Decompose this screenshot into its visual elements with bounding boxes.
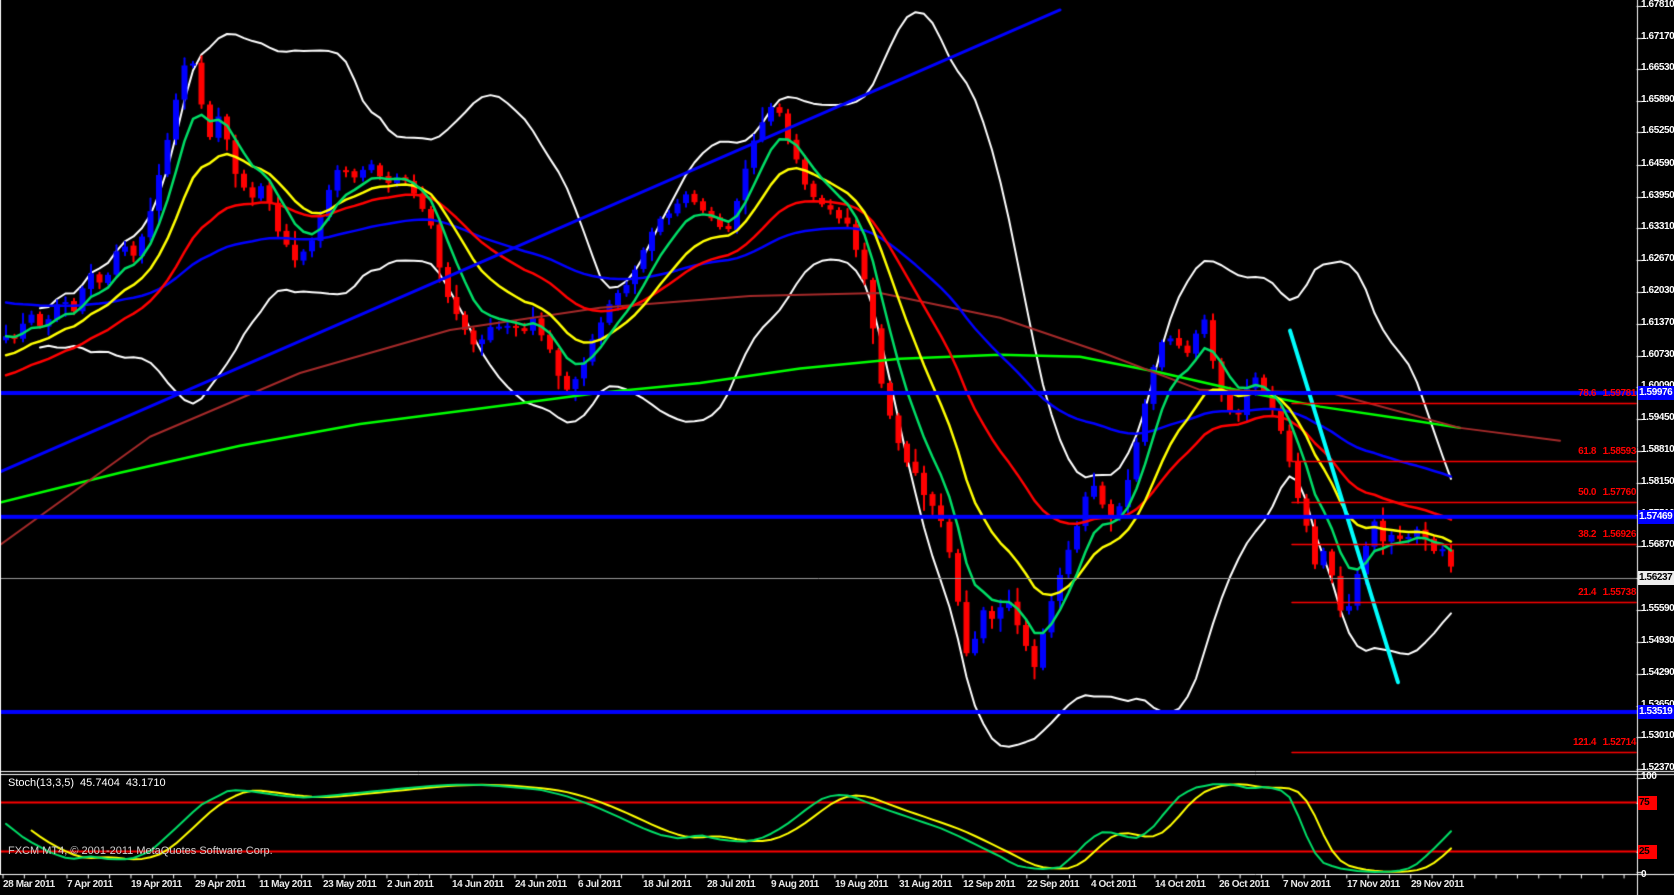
- chart-labels: Stoch(13,3,5) 45.7404 43.1710 FXCM MT4, © …: [0, 0, 1674, 895]
- stoch-indicator-label: Stoch(13,3,5) 45.7404 43.1710: [8, 777, 172, 789]
- price-axis-tick-label: 1.67170: [1641, 31, 1674, 42]
- date-label: 18 Jul 2011: [643, 879, 691, 890]
- date-label: 11 May 2011: [259, 879, 312, 890]
- date-label: 7 Nov 2011: [1283, 879, 1331, 890]
- date-label: 17 Nov 2011: [1347, 879, 1400, 890]
- stoch-scale-label: 100: [1641, 771, 1657, 782]
- fib-level-percent-label: 78.6: [1578, 388, 1596, 399]
- fib-level-price-label: 1.56926: [1603, 529, 1636, 540]
- price-axis-tick-label: 1.63950: [1641, 190, 1674, 201]
- price-axis-tick-label: 1.64590: [1641, 158, 1674, 169]
- price-axis-tick-label: 1.53010: [1641, 730, 1674, 741]
- price-axis-tick-label: 1.62670: [1641, 253, 1674, 264]
- fib-level-price-label: 1.58593: [1603, 446, 1636, 457]
- fib-level-percent-label: 21.4: [1578, 587, 1596, 598]
- price-axis-tick-label: 1.58810: [1641, 444, 1674, 455]
- price-level-box: 1.57469: [1638, 510, 1674, 524]
- fib-level-price-label: 1.57760: [1603, 487, 1636, 498]
- price-level-box: 1.59976: [1638, 386, 1674, 400]
- date-label: 31 Aug 2011: [899, 879, 952, 890]
- stoch-d-value: 43.1710: [126, 777, 166, 789]
- date-label: 29 Nov 2011: [1411, 879, 1464, 890]
- price-axis-tick-label: 1.56870: [1641, 539, 1674, 550]
- date-label: 7 Apr 2011: [67, 879, 113, 890]
- date-label: 4 Oct 2011: [1091, 879, 1136, 890]
- price-axis-tick-label: 1.58150: [1641, 476, 1674, 487]
- date-label: 9 Aug 2011: [771, 879, 819, 890]
- price-axis-tick-label: 1.61370: [1641, 317, 1674, 328]
- date-label: 23 May 2011: [323, 879, 376, 890]
- fib-level-percent-label: 61.8: [1578, 446, 1596, 457]
- date-label: 2 Jun 2011: [387, 879, 434, 890]
- mt4-chart-window: Stoch(13,3,5) 45.7404 43.1710 FXCM MT4, © …: [0, 0, 1674, 895]
- price-axis-tick-label: 1.62030: [1641, 285, 1674, 296]
- fib-level-percent-label: 50.0: [1578, 487, 1596, 498]
- fib-level-price-label: 1.55738: [1603, 587, 1636, 598]
- date-label: 22 Sep 2011: [1027, 879, 1079, 890]
- date-label: 14 Jun 2011: [452, 879, 504, 890]
- date-label: 29 Apr 2011: [195, 879, 246, 890]
- fib-level-percent-label: 121.4: [1573, 737, 1596, 748]
- price-axis-tick-label: 1.59450: [1641, 412, 1674, 423]
- price-axis-tick-label: 1.65890: [1641, 94, 1674, 105]
- stoch-k-value: 45.7404: [80, 777, 120, 789]
- stoch-level-box: 25: [1638, 845, 1657, 859]
- fib-level-price-label: 1.59781: [1603, 388, 1636, 399]
- date-label: 19 Aug 2011: [835, 879, 888, 890]
- current-price-box: 1.56237: [1638, 571, 1674, 585]
- price-axis-tick-label: 1.60730: [1641, 349, 1674, 360]
- date-label: 12 Sep 2011: [963, 879, 1015, 890]
- price-axis-tick-label: 1.65250: [1641, 125, 1674, 136]
- copyright-text: FXCM MT4, © 2001-2011 MetaQuotes Softwar…: [8, 845, 273, 857]
- price-axis-tick-label: 1.66530: [1641, 62, 1674, 73]
- price-level-box: 1.53519: [1638, 705, 1674, 719]
- date-label: 19 Apr 2011: [131, 879, 182, 890]
- stoch-scale-label: 0: [1641, 869, 1646, 880]
- date-label: 28 Jul 2011: [707, 879, 755, 890]
- date-label: 6 Jul 2011: [578, 879, 621, 890]
- price-axis-tick-label: 1.67810: [1641, 0, 1674, 10]
- price-axis-tick-label: 1.54290: [1641, 667, 1674, 678]
- date-label: 26 Oct 2011: [1219, 879, 1270, 890]
- stoch-level-box: 75: [1638, 796, 1657, 810]
- stoch-name: Stoch(13,3,5): [8, 777, 74, 789]
- price-axis-tick-label: 1.55590: [1641, 603, 1674, 614]
- date-label: 24 Jun 2011: [515, 879, 567, 890]
- price-axis-tick-label: 1.63310: [1641, 221, 1674, 232]
- fib-level-price-label: 1.52714: [1603, 737, 1636, 748]
- date-label: 14 Oct 2011: [1155, 879, 1206, 890]
- fib-level-percent-label: 38.2: [1578, 529, 1596, 540]
- price-axis-tick-label: 1.54930: [1641, 635, 1674, 646]
- date-label: 28 Mar 2011: [3, 879, 55, 890]
